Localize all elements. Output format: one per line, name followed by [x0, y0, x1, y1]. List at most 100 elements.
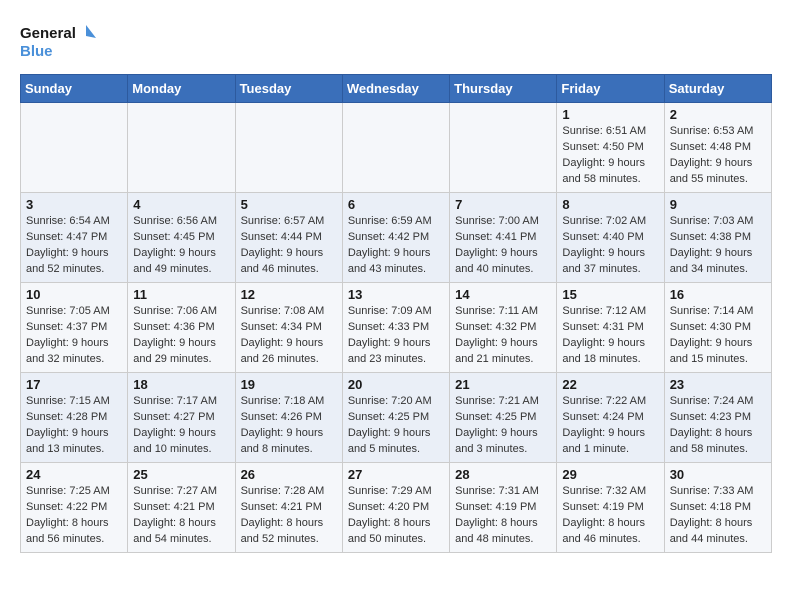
- day-number: 2: [670, 107, 766, 122]
- calendar-cell: 12 Sunrise: 7:08 AM Sunset: 4:34 PM Dayli…: [235, 283, 342, 373]
- calendar-cell: 27 Sunrise: 7:29 AM Sunset: 4:20 PM Dayli…: [342, 463, 449, 553]
- col-sunday: Sunday: [21, 75, 128, 103]
- day-info: Sunrise: 7:28 AM Sunset: 4:21 PM Dayligh…: [241, 484, 337, 548]
- day-info: Sunrise: 7:32 AM Sunset: 4:19 PM Dayligh…: [562, 484, 658, 548]
- day-number: 25: [133, 467, 229, 482]
- calendar-cell: [128, 103, 235, 193]
- day-info: Sunrise: 6:59 AM Sunset: 4:42 PM Dayligh…: [348, 214, 444, 278]
- calendar-cell: 30 Sunrise: 7:33 AM Sunset: 4:18 PM Dayli…: [664, 463, 771, 553]
- day-number: 19: [241, 377, 337, 392]
- day-info: Sunrise: 6:53 AM Sunset: 4:48 PM Dayligh…: [670, 124, 766, 188]
- day-info: Sunrise: 7:29 AM Sunset: 4:20 PM Dayligh…: [348, 484, 444, 548]
- day-number: 28: [455, 467, 551, 482]
- calendar-cell: 4 Sunrise: 6:56 AM Sunset: 4:45 PM Daylig…: [128, 193, 235, 283]
- day-info: Sunrise: 6:54 AM Sunset: 4:47 PM Dayligh…: [26, 214, 122, 278]
- day-number: 21: [455, 377, 551, 392]
- calendar-cell: 16 Sunrise: 7:14 AM Sunset: 4:30 PM Dayli…: [664, 283, 771, 373]
- day-info: Sunrise: 7:18 AM Sunset: 4:26 PM Dayligh…: [241, 394, 337, 458]
- day-number: 15: [562, 287, 658, 302]
- calendar-cell: 21 Sunrise: 7:21 AM Sunset: 4:25 PM Dayli…: [450, 373, 557, 463]
- calendar-cell: [450, 103, 557, 193]
- col-friday: Friday: [557, 75, 664, 103]
- calendar-cell: 24 Sunrise: 7:25 AM Sunset: 4:22 PM Dayli…: [21, 463, 128, 553]
- day-info: Sunrise: 7:22 AM Sunset: 4:24 PM Dayligh…: [562, 394, 658, 458]
- day-info: Sunrise: 7:15 AM Sunset: 4:28 PM Dayligh…: [26, 394, 122, 458]
- calendar-cell: 10 Sunrise: 7:05 AM Sunset: 4:37 PM Dayli…: [21, 283, 128, 373]
- day-info: Sunrise: 7:25 AM Sunset: 4:22 PM Dayligh…: [26, 484, 122, 548]
- day-number: 9: [670, 197, 766, 212]
- day-number: 7: [455, 197, 551, 212]
- day-number: 4: [133, 197, 229, 212]
- day-number: 14: [455, 287, 551, 302]
- day-number: 27: [348, 467, 444, 482]
- day-number: 8: [562, 197, 658, 212]
- calendar-cell: 25 Sunrise: 7:27 AM Sunset: 4:21 PM Dayli…: [128, 463, 235, 553]
- svg-text:General: General: [20, 25, 76, 42]
- day-number: 16: [670, 287, 766, 302]
- svg-text:Blue: Blue: [20, 43, 53, 60]
- calendar-cell: 5 Sunrise: 6:57 AM Sunset: 4:44 PM Daylig…: [235, 193, 342, 283]
- calendar-cell: 3 Sunrise: 6:54 AM Sunset: 4:47 PM Daylig…: [21, 193, 128, 283]
- day-number: 10: [26, 287, 122, 302]
- logo-svg: General Blue: [20, 20, 100, 64]
- calendar-cell: 29 Sunrise: 7:32 AM Sunset: 4:19 PM Dayli…: [557, 463, 664, 553]
- day-info: Sunrise: 7:05 AM Sunset: 4:37 PM Dayligh…: [26, 304, 122, 368]
- calendar-cell: 13 Sunrise: 7:09 AM Sunset: 4:33 PM Dayli…: [342, 283, 449, 373]
- calendar-cell: 7 Sunrise: 7:00 AM Sunset: 4:41 PM Daylig…: [450, 193, 557, 283]
- day-info: Sunrise: 7:12 AM Sunset: 4:31 PM Dayligh…: [562, 304, 658, 368]
- day-info: Sunrise: 7:24 AM Sunset: 4:23 PM Dayligh…: [670, 394, 766, 458]
- calendar-cell: 11 Sunrise: 7:06 AM Sunset: 4:36 PM Dayli…: [128, 283, 235, 373]
- day-info: Sunrise: 7:33 AM Sunset: 4:18 PM Dayligh…: [670, 484, 766, 548]
- day-info: Sunrise: 6:51 AM Sunset: 4:50 PM Dayligh…: [562, 124, 658, 188]
- col-monday: Monday: [128, 75, 235, 103]
- day-number: 12: [241, 287, 337, 302]
- calendar-cell: 2 Sunrise: 6:53 AM Sunset: 4:48 PM Daylig…: [664, 103, 771, 193]
- calendar-table: Sunday Monday Tuesday Wednesday Thursday…: [20, 74, 772, 553]
- day-info: Sunrise: 6:57 AM Sunset: 4:44 PM Dayligh…: [241, 214, 337, 278]
- calendar-cell: 15 Sunrise: 7:12 AM Sunset: 4:31 PM Dayli…: [557, 283, 664, 373]
- day-info: Sunrise: 7:00 AM Sunset: 4:41 PM Dayligh…: [455, 214, 551, 278]
- calendar-cell: 23 Sunrise: 7:24 AM Sunset: 4:23 PM Dayli…: [664, 373, 771, 463]
- day-number: 30: [670, 467, 766, 482]
- day-info: Sunrise: 7:31 AM Sunset: 4:19 PM Dayligh…: [455, 484, 551, 548]
- day-info: Sunrise: 7:08 AM Sunset: 4:34 PM Dayligh…: [241, 304, 337, 368]
- calendar-cell: 22 Sunrise: 7:22 AM Sunset: 4:24 PM Dayli…: [557, 373, 664, 463]
- day-info: Sunrise: 7:09 AM Sunset: 4:33 PM Dayligh…: [348, 304, 444, 368]
- day-number: 24: [26, 467, 122, 482]
- day-number: 20: [348, 377, 444, 392]
- day-info: Sunrise: 7:27 AM Sunset: 4:21 PM Dayligh…: [133, 484, 229, 548]
- day-number: 23: [670, 377, 766, 392]
- day-number: 22: [562, 377, 658, 392]
- calendar-week-5: 24 Sunrise: 7:25 AM Sunset: 4:22 PM Dayli…: [21, 463, 772, 553]
- day-info: Sunrise: 7:06 AM Sunset: 4:36 PM Dayligh…: [133, 304, 229, 368]
- calendar-cell: 18Sunrise: 7:17 AM Sunset: 4:27 PM Dayli…: [128, 373, 235, 463]
- calendar-cell: [342, 103, 449, 193]
- day-number: 11: [133, 287, 229, 302]
- calendar-cell: 1 Sunrise: 6:51 AM Sunset: 4:50 PM Daylig…: [557, 103, 664, 193]
- calendar-cell: [21, 103, 128, 193]
- header: General Blue: [20, 20, 772, 64]
- calendar-cell: 20 Sunrise: 7:20 AM Sunset: 4:25 PM Dayli…: [342, 373, 449, 463]
- calendar-week-4: 17Sunrise: 7:15 AM Sunset: 4:28 PM Dayli…: [21, 373, 772, 463]
- calendar-body: 1 Sunrise: 6:51 AM Sunset: 4:50 PM Daylig…: [21, 103, 772, 553]
- day-number: 6: [348, 197, 444, 212]
- day-info: Sunrise: 7:20 AM Sunset: 4:25 PM Dayligh…: [348, 394, 444, 458]
- calendar-week-3: 10 Sunrise: 7:05 AM Sunset: 4:37 PM Dayli…: [21, 283, 772, 373]
- day-info: Sunrise: 7:11 AM Sunset: 4:32 PM Dayligh…: [455, 304, 551, 368]
- day-info: Sunrise: 7:17 AM Sunset: 4:27 PM Dayligh…: [133, 394, 229, 458]
- day-number: 29: [562, 467, 658, 482]
- calendar-cell: 17Sunrise: 7:15 AM Sunset: 4:28 PM Dayli…: [21, 373, 128, 463]
- day-info: Sunrise: 7:21 AM Sunset: 4:25 PM Dayligh…: [455, 394, 551, 458]
- day-info: Sunrise: 7:02 AM Sunset: 4:40 PM Dayligh…: [562, 214, 658, 278]
- col-thursday: Thursday: [450, 75, 557, 103]
- calendar-cell: 8 Sunrise: 7:02 AM Sunset: 4:40 PM Daylig…: [557, 193, 664, 283]
- day-number: 1: [562, 107, 658, 122]
- col-wednesday: Wednesday: [342, 75, 449, 103]
- day-number: 5: [241, 197, 337, 212]
- day-info: Sunrise: 6:56 AM Sunset: 4:45 PM Dayligh…: [133, 214, 229, 278]
- logo: General Blue: [20, 20, 100, 64]
- day-number: 13: [348, 287, 444, 302]
- day-info: Sunrise: 7:14 AM Sunset: 4:30 PM Dayligh…: [670, 304, 766, 368]
- day-number: 3: [26, 197, 122, 212]
- header-row: Sunday Monday Tuesday Wednesday Thursday…: [21, 75, 772, 103]
